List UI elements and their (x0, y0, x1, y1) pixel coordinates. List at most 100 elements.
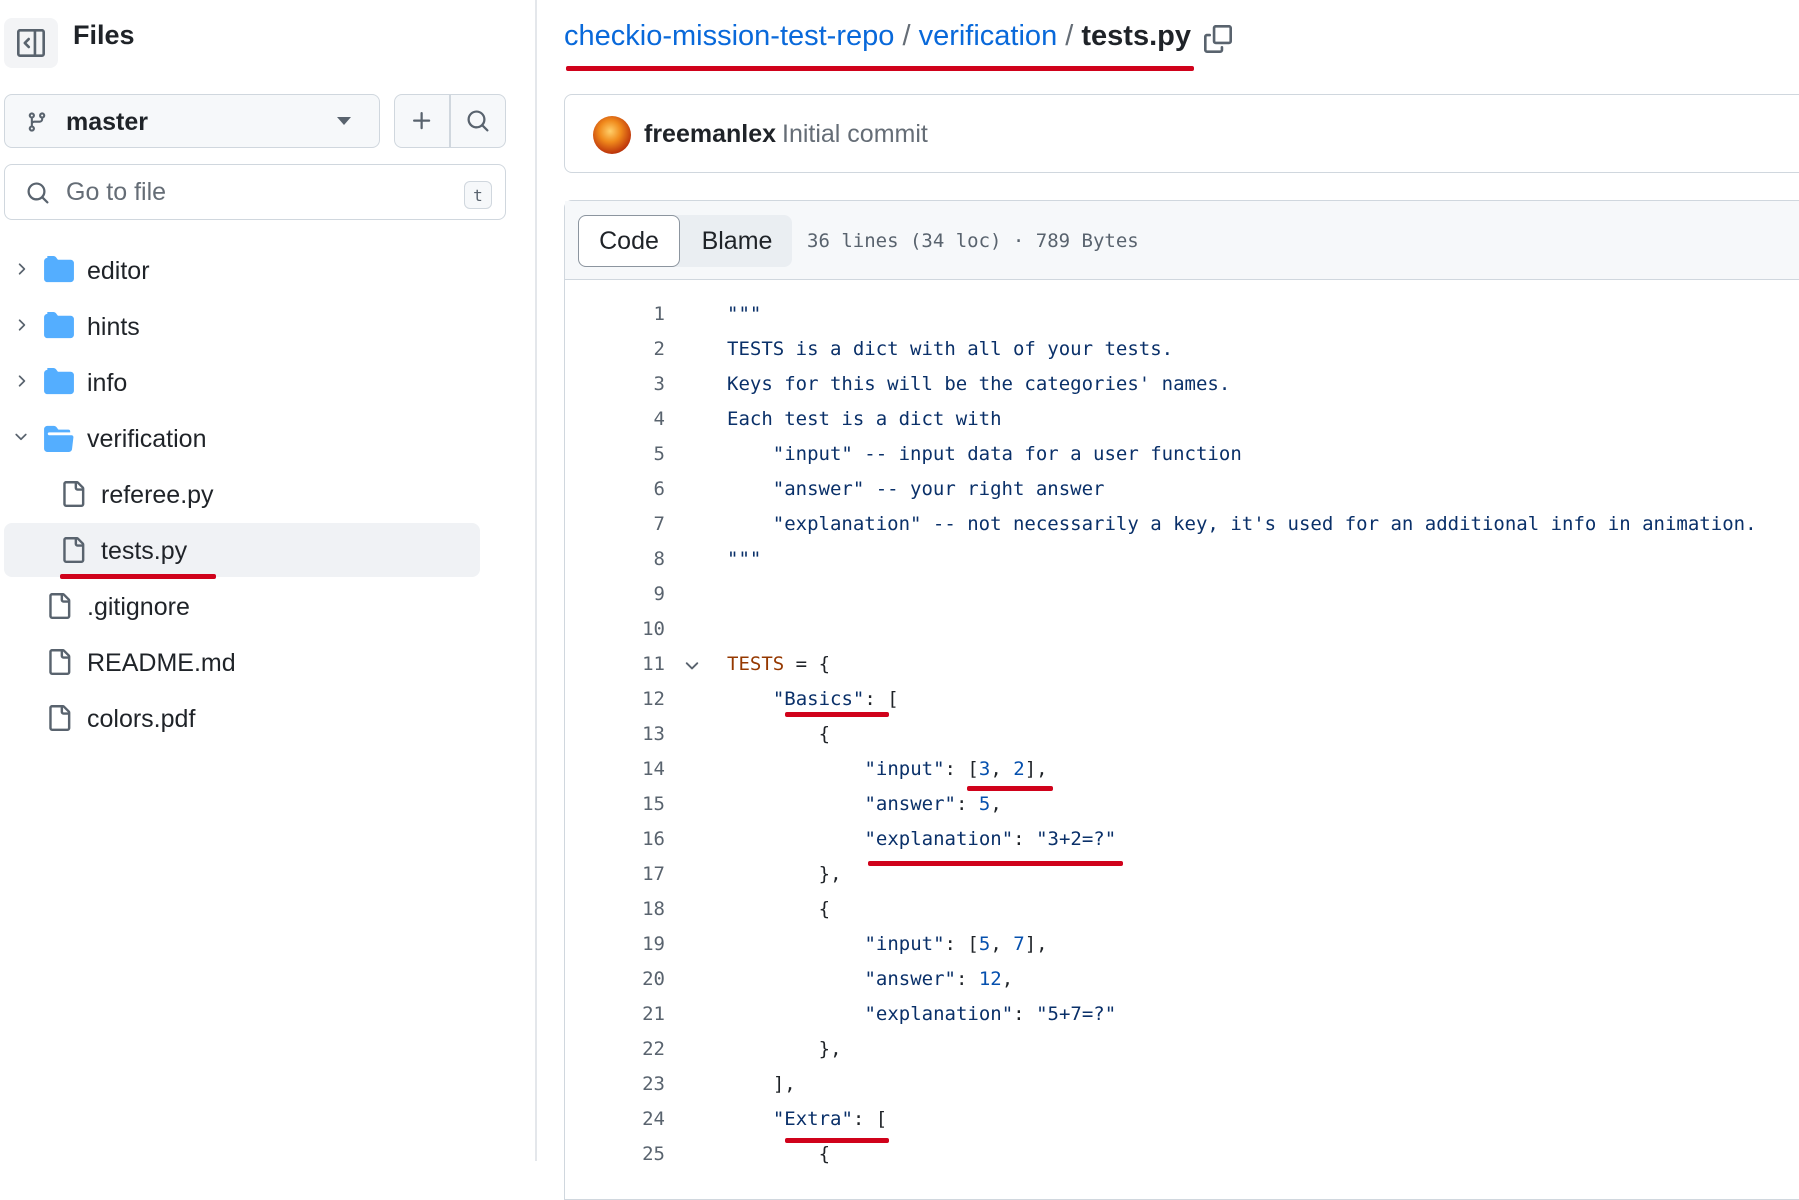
annotation-underline (566, 66, 1194, 71)
tree-item-label: colors.pdf (87, 705, 196, 733)
avatar[interactable] (593, 116, 631, 154)
code-line: 22 }, (565, 1031, 1799, 1066)
line-number[interactable]: 14 (565, 758, 665, 780)
tree-item-verification[interactable]: verification (4, 411, 480, 465)
collapse-sidebar-button[interactable] (4, 18, 58, 68)
line-number[interactable]: 15 (565, 793, 665, 815)
breadcrumb-separator: / (1065, 20, 1074, 52)
tree-item-readme-md[interactable]: README.md (4, 635, 480, 689)
copy-icon (1204, 25, 1232, 53)
line-number[interactable]: 23 (565, 1073, 665, 1095)
code-text: "explanation": "3+2=?" (864, 828, 1117, 850)
branch-selector[interactable] (4, 94, 380, 148)
line-number[interactable]: 20 (565, 968, 665, 990)
fold-chevron-down-icon[interactable] (682, 656, 702, 676)
folder-open-icon (44, 425, 74, 452)
breadcrumb-separator: / (902, 20, 911, 52)
tree-item-label: README.md (87, 649, 236, 677)
git-branch-icon (28, 112, 46, 132)
code-line: 21 "explanation": "5+7=?" (565, 996, 1799, 1031)
code-line: 12 "Basics": [ (565, 681, 1799, 716)
code-line: 4 Each test is a dict with (565, 401, 1799, 436)
line-number[interactable]: 1 (565, 303, 665, 325)
line-number[interactable]: 2 (565, 338, 665, 360)
line-number[interactable]: 7 (565, 513, 665, 535)
line-number[interactable]: 25 (565, 1143, 665, 1165)
code-text: { (818, 1143, 831, 1165)
tree-item-referee-py[interactable]: referee.py (4, 467, 480, 521)
line-number[interactable]: 8 (565, 548, 665, 570)
line-number[interactable]: 19 (565, 933, 665, 955)
code-text: "input": [5, 7], (864, 933, 1048, 955)
chevron-down-icon (15, 433, 27, 441)
code-text: Each test is a dict with (727, 408, 1002, 430)
line-number[interactable]: 4 (565, 408, 665, 430)
code-line: 23 ], (565, 1066, 1799, 1101)
search-icon (27, 182, 49, 204)
tree-item-label: hints (87, 313, 140, 341)
code-text: { (818, 898, 831, 920)
tree-item-hints[interactable]: hints (4, 299, 480, 353)
commit-author[interactable]: freemanlex (644, 120, 776, 149)
file-stats: 36 lines (34 loc) · 789 Bytes (807, 230, 1139, 252)
file-sidebar: Files master Go to file t editor hints i… (0, 0, 536, 1161)
tree-item-label: referee.py (101, 481, 214, 509)
tree-item-info[interactable]: info (4, 355, 480, 409)
line-number[interactable]: 6 (565, 478, 665, 500)
line-number[interactable]: 24 (565, 1108, 665, 1130)
code-text: ], (772, 1073, 796, 1095)
code-line: 13 { (565, 716, 1799, 751)
tree-item-editor[interactable]: editor (4, 243, 480, 297)
line-number[interactable]: 5 (565, 443, 665, 465)
chevron-right-icon (18, 375, 26, 387)
tree-item-gitignore[interactable]: .gitignore (4, 579, 480, 633)
breadcrumb-repo-link[interactable]: checkio-mission-test-repo (564, 20, 894, 52)
commit-message[interactable]: Initial commit (782, 120, 928, 149)
code-line: 7 "explanation" -- not necessarily a key… (565, 506, 1799, 541)
breadcrumb-folder-link[interactable]: verification (919, 20, 1058, 52)
code-line: 24 "Extra": [ (565, 1101, 1799, 1136)
sidebar-divider[interactable] (535, 0, 537, 1161)
line-number[interactable]: 13 (565, 723, 665, 745)
line-number[interactable]: 10 (565, 618, 665, 640)
code-text: }, (818, 863, 842, 885)
line-number[interactable]: 21 (565, 1003, 665, 1025)
line-number[interactable]: 11 (565, 653, 665, 675)
code-line: 25 { (565, 1136, 1799, 1171)
tab-code[interactable]: Code (578, 215, 680, 267)
line-number[interactable]: 17 (565, 863, 665, 885)
code-line: 9 (565, 576, 1799, 611)
sidebar-title: Files (73, 20, 135, 50)
search-files-button[interactable] (451, 96, 504, 146)
tree-item-tests-py[interactable]: tests.py (4, 523, 480, 577)
code-text: "answer": 5, (864, 793, 1002, 815)
code-line: 5 "input" -- input data for a user funct… (565, 436, 1799, 471)
line-number[interactable]: 3 (565, 373, 665, 395)
tree-item-label: info (87, 369, 128, 397)
code-line: 15 "answer": 5, (565, 786, 1799, 821)
file-icon (49, 593, 71, 619)
tree-item-label: verification (87, 425, 207, 453)
code-line: 1 """ (565, 296, 1799, 331)
code-line: 20 "answer": 12, (565, 961, 1799, 996)
code-text: "input": [3, 2], (864, 758, 1048, 780)
code-line: 14 "input": [3, 2], (565, 751, 1799, 786)
line-number[interactable]: 22 (565, 1038, 665, 1060)
tab-blame[interactable]: Blame (682, 215, 792, 267)
code-line: 17 }, (565, 856, 1799, 891)
line-number[interactable]: 16 (565, 828, 665, 850)
code-text: TESTS is a dict with all of your tests. (727, 338, 1174, 360)
line-number[interactable]: 9 (565, 583, 665, 605)
copy-path-button[interactable] (1198, 20, 1238, 58)
code-text: "answer": 12, (864, 968, 1014, 990)
code-text: }, (818, 1038, 842, 1060)
code-line: 2 TESTS is a dict with all of your tests. (565, 331, 1799, 366)
add-file-button[interactable] (396, 96, 448, 146)
tree-item-colors-pdf[interactable]: colors.pdf (4, 691, 480, 745)
tree-item-label: .gitignore (87, 593, 190, 621)
code-line: 16 "explanation": "3+2=?" (565, 821, 1799, 856)
line-number[interactable]: 12 (565, 688, 665, 710)
line-number[interactable]: 18 (565, 898, 665, 920)
sidebar-collapse-icon (17, 29, 45, 57)
annotation-underline (967, 786, 1053, 791)
